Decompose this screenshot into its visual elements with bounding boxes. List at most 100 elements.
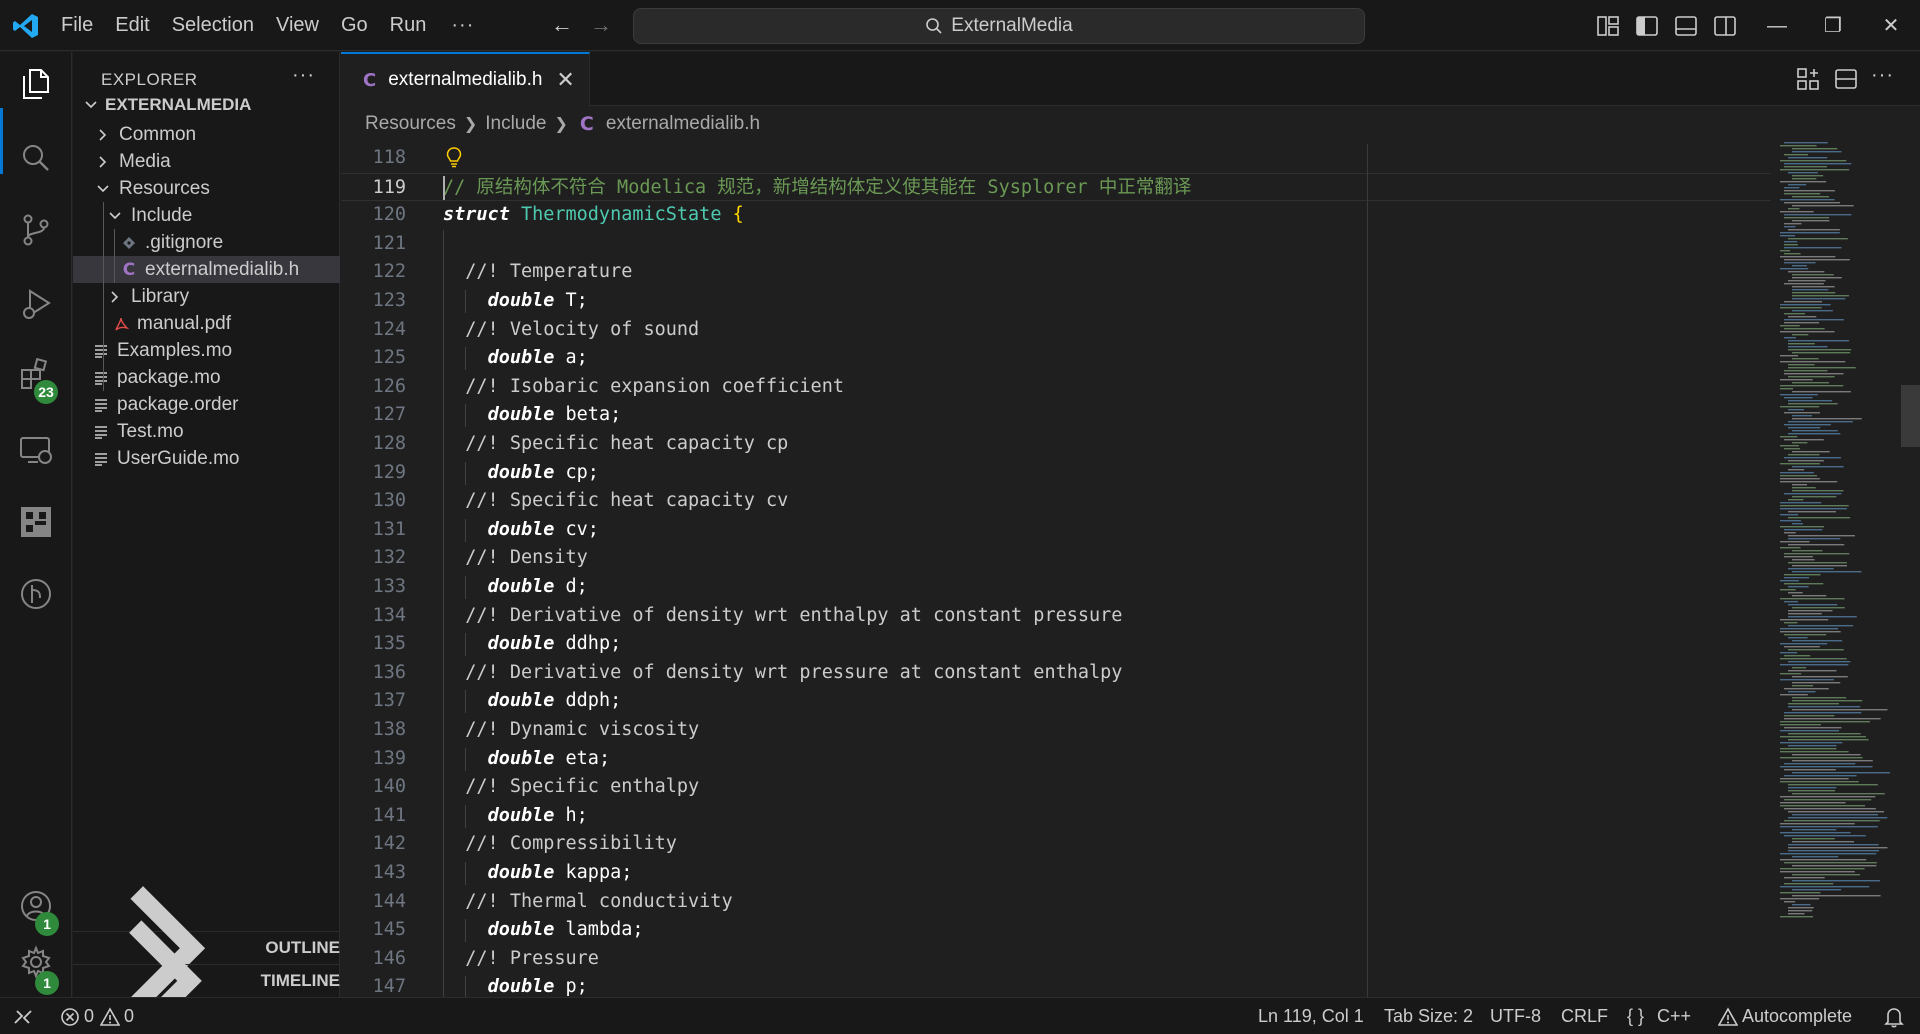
minimap-line (1784, 337, 1796, 339)
code-line: 138 //! Dynamic viscosity (341, 716, 1771, 745)
line-source: //! Specific heat capacity cp (443, 433, 789, 454)
breadcrumb-file[interactable]: externalmedialib.h (606, 113, 760, 135)
tree-folder[interactable]: Common (73, 121, 340, 148)
minimap-line (1780, 160, 1847, 162)
minimap-line (1780, 742, 1843, 744)
menu-selection[interactable]: Selection (161, 0, 265, 51)
toggle-secondary-sidebar-icon[interactable] (1712, 13, 1738, 39)
git-graph-icon[interactable] (18, 576, 54, 612)
tree-folder[interactable]: Include (73, 202, 340, 229)
minimap-line (1784, 835, 1866, 837)
menu-view[interactable]: View (265, 0, 330, 51)
minimap-line (1788, 376, 1835, 378)
remote-indicator-icon[interactable] (12, 1006, 34, 1028)
tree-file[interactable]: Test.mo (73, 418, 340, 445)
split-editor-icon[interactable] (1833, 66, 1859, 92)
problems-indicator[interactable]: 0 0 (60, 998, 134, 1034)
minimap-line (1788, 691, 1816, 693)
autocomplete-status[interactable]: Autocomplete (1718, 998, 1852, 1034)
close-tab-icon[interactable]: ✕ (556, 67, 574, 93)
indent-guide (465, 804, 466, 828)
command-center-search[interactable]: ExternalMedia (633, 8, 1365, 44)
search-view-icon[interactable] (18, 140, 54, 176)
code-editor[interactable]: 118 119 // 原结构体不符合 Modelica 规范，新增结构体定义使其能在… (341, 144, 1771, 997)
minimap-line (1780, 268, 1809, 270)
minimap-line (1780, 853, 1877, 855)
minimap-line (1788, 604, 1838, 606)
tree-file[interactable]: package.order (73, 391, 340, 418)
tree-folder[interactable]: Resources (73, 175, 340, 202)
minimap-line (1792, 667, 1807, 669)
minimap[interactable] (1778, 138, 1898, 997)
toggle-panel-icon[interactable] (1673, 13, 1699, 39)
encoding[interactable]: UTF-8 (1490, 998, 1541, 1034)
minimap-line (1784, 142, 1828, 144)
close-window-icon[interactable]: ✕ (1874, 10, 1908, 42)
minimap-line (1784, 322, 1820, 324)
tab-externalmedialib-h[interactable]: C externalmedialib.h ✕ (341, 52, 590, 106)
indent-guide (103, 202, 104, 391)
indent-guide (465, 518, 466, 542)
customize-layout-icon[interactable] (1595, 13, 1621, 39)
cursor-position[interactable]: Ln 119, Col 1 (1258, 998, 1364, 1034)
line-ending[interactable]: CRLF (1561, 998, 1608, 1034)
minimap-line (1788, 403, 1838, 405)
line-number: 129 (372, 461, 406, 483)
menu-edit[interactable]: Edit (104, 0, 160, 51)
minimap-line (1788, 649, 1844, 651)
minimap-line (1792, 841, 1855, 843)
minimap-line (1784, 163, 1852, 165)
tab-size[interactable]: Tab Size: 2 (1384, 998, 1473, 1034)
menu-file[interactable]: File (50, 0, 104, 51)
menu-more-button[interactable]: ··· (437, 14, 488, 37)
minimap-line (1792, 856, 1839, 858)
modelica-extension-icon[interactable] (18, 504, 54, 540)
restore-icon[interactable]: ❐ (1816, 10, 1850, 42)
minimap-line (1780, 481, 1838, 483)
minimap-line (1784, 283, 1824, 285)
outline-label: OUTLINE (265, 938, 340, 957)
language-mode[interactable]: { } C++ (1627, 998, 1691, 1034)
open-changes-icon[interactable] (1795, 66, 1821, 92)
explorer-more-button[interactable]: ··· (292, 64, 315, 87)
workspace-root[interactable]: EXTERNALMEDIA (73, 88, 340, 121)
explorer-icon[interactable] (18, 66, 54, 102)
back-arrow-icon[interactable]: ← (547, 10, 577, 40)
editor-more-button[interactable]: ··· (1871, 64, 1894, 87)
forward-arrow-icon[interactable]: → (586, 10, 616, 40)
minimap-line (1792, 334, 1809, 336)
tree-folder[interactable]: Media (73, 148, 340, 175)
notifications-bell-icon[interactable] (1884, 1006, 1904, 1028)
menu-run[interactable]: Run (379, 0, 438, 51)
line-source: double cp; (487, 461, 599, 483)
tree-file[interactable]: UserGuide.mo (73, 445, 340, 472)
timeline-section-header[interactable]: TIMELINE (73, 920, 340, 1034)
breadcrumb-resources[interactable]: Resources (365, 113, 456, 135)
scrollbar-thumb[interactable] (1901, 385, 1920, 447)
line-source: //! Derivative of density wrt pressure a… (443, 661, 1123, 683)
minimap-line (1788, 367, 1856, 369)
remote-explorer-icon[interactable] (18, 432, 54, 468)
lightbulb-icon[interactable] (445, 146, 463, 168)
line-number: 123 (372, 290, 406, 311)
source-control-icon[interactable] (18, 212, 54, 248)
minimize-icon[interactable]: — (1760, 10, 1794, 42)
minimap-line (1788, 562, 1847, 564)
indent-guide (465, 347, 466, 371)
tree-file[interactable]: Examples.mo (73, 337, 340, 364)
minimap-line (1780, 826, 1878, 828)
menu-bar: File Edit Selection View Go Run ··· (50, 0, 488, 51)
tree-folder[interactable]: Library (73, 283, 340, 310)
menu-go[interactable]: Go (330, 0, 379, 51)
minimap-line (1788, 364, 1815, 366)
run-and-debug-icon[interactable] (18, 286, 54, 322)
minimap-line (1792, 865, 1877, 867)
code-line: 135 double ddhp; (341, 630, 1771, 659)
minimap-line (1780, 547, 1801, 549)
tree-file[interactable]: manual.pdf (73, 310, 340, 337)
toggle-primary-sidebar-icon[interactable] (1634, 13, 1660, 39)
minimap-line (1792, 418, 1862, 420)
breadcrumb-include[interactable]: Include (485, 113, 546, 135)
minimap-line (1792, 358, 1819, 360)
tree-file[interactable]: package.mo (73, 364, 340, 391)
